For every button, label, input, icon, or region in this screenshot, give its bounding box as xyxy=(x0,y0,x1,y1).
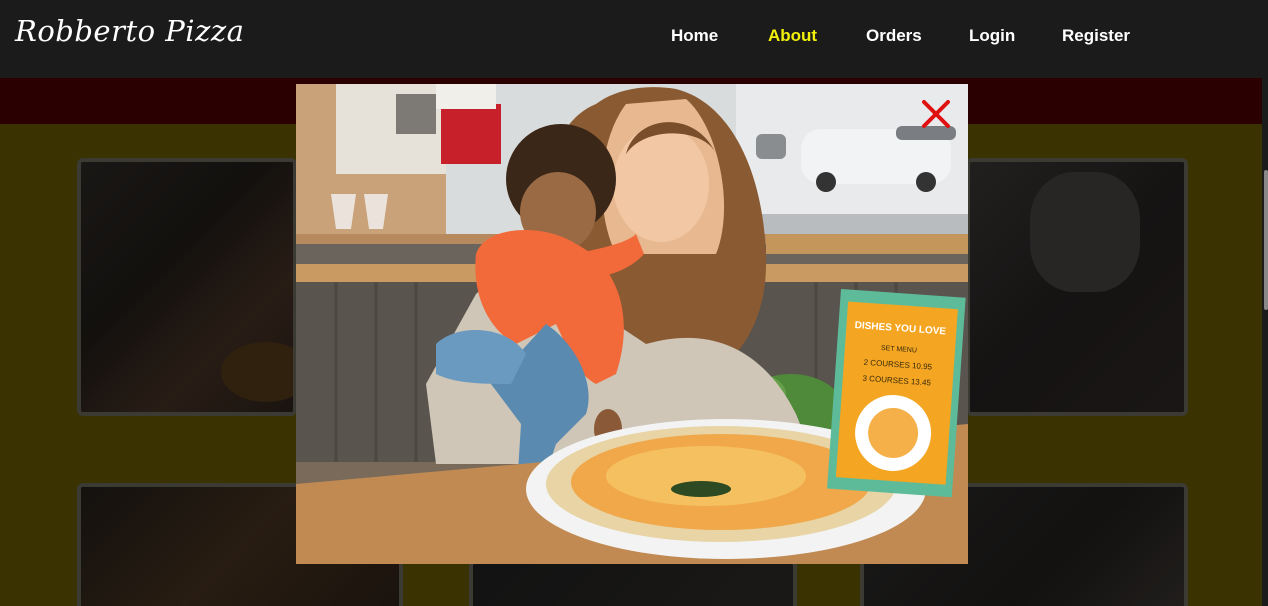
page-scrollbar[interactable] xyxy=(1262,0,1268,606)
nav-login[interactable]: Login xyxy=(969,26,1015,46)
image-lightbox: DISHES YOU LOVE SET MENU 2 COURSES 10.95… xyxy=(296,84,968,564)
navbar: Robberto Pizza Home About Orders Login R… xyxy=(0,0,1262,78)
nav-register[interactable]: Register xyxy=(1062,26,1130,46)
brand-logo[interactable]: Robberto Pizza xyxy=(15,14,244,48)
lightbox-photo: DISHES YOU LOVE SET MENU 2 COURSES 10.95… xyxy=(296,84,968,564)
close-icon[interactable] xyxy=(920,98,952,130)
gallery-card-chef[interactable] xyxy=(966,158,1188,416)
nav-home[interactable]: Home xyxy=(671,26,718,46)
scrollbar-thumb[interactable] xyxy=(1264,170,1268,310)
gallery-card-restaurant[interactable] xyxy=(469,560,797,606)
gallery-card-mother-child[interactable] xyxy=(77,158,297,416)
nav-orders[interactable]: Orders xyxy=(866,26,922,46)
nav-about[interactable]: About xyxy=(768,26,817,46)
